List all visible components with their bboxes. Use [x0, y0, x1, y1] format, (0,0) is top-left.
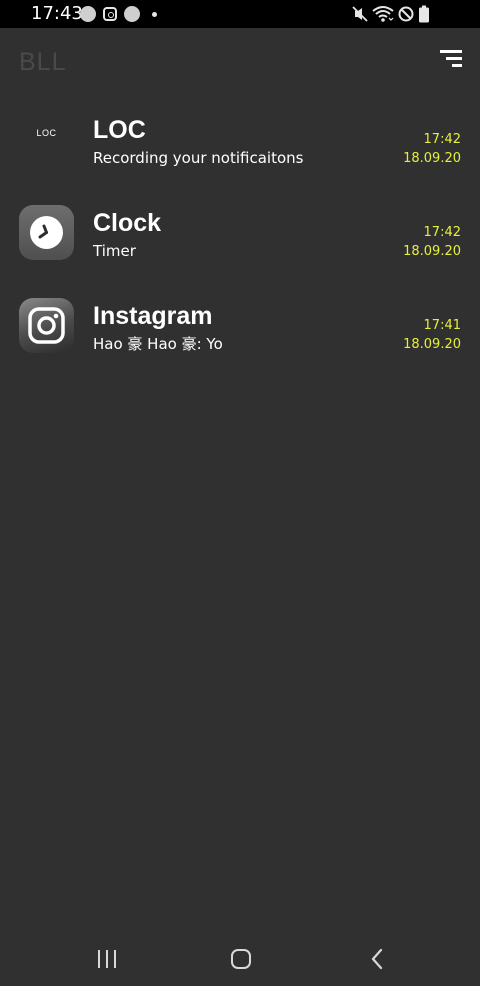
app-title: BLL [19, 48, 67, 76]
notification-title: Instagram [93, 302, 213, 330]
notification-subtitle: Hao 豪 Hao 豪: Yo [93, 335, 223, 353]
clock-icon [30, 216, 63, 249]
loc-text-icon: LOC [36, 128, 57, 138]
notification-item-instagram[interactable]: Instagram Hao 豪 Hao 豪: Yo 17:41 18.09.20 [0, 278, 480, 371]
notification-title: Clock [93, 209, 162, 237]
notification-dot-icon [80, 6, 96, 22]
notification-date: 18.09.20 [403, 151, 461, 166]
home-icon[interactable] [231, 949, 251, 969]
status-time: 17:43 [31, 3, 83, 24]
wifi-icon [372, 6, 394, 22]
back-icon[interactable] [370, 948, 384, 970]
small-dot-icon [152, 12, 157, 17]
instagram-app-icon [19, 298, 74, 353]
battery-icon [419, 5, 429, 23]
instagram-icon [28, 307, 65, 344]
notification-subtitle: Timer [93, 242, 136, 260]
notification-dot-icon [124, 6, 140, 22]
app-bar: BLL [0, 28, 480, 92]
notification-time: 17:41 [423, 318, 461, 333]
notification-item-loc[interactable]: LOC LOC Recording your notificaitons 17:… [0, 92, 480, 185]
mute-icon [352, 6, 368, 22]
navigation-bar [0, 930, 480, 986]
sort-button[interactable] [440, 50, 462, 68]
do-not-disturb-icon [398, 6, 414, 22]
notification-title: LOC [93, 116, 146, 144]
notification-time: 17:42 [423, 132, 461, 147]
status-bar: 17:43 [0, 0, 480, 28]
notification-date: 18.09.20 [403, 244, 461, 259]
status-system-icons [352, 5, 452, 23]
notification-subtitle: Recording your notificaitons [93, 149, 304, 167]
instagram-icon [103, 7, 117, 21]
clock-app-icon [19, 205, 74, 260]
notification-time: 17:42 [423, 225, 461, 240]
notification-item-clock[interactable]: Clock Timer 17:42 18.09.20 [0, 185, 480, 278]
notification-date: 18.09.20 [403, 337, 461, 352]
recent-apps-icon[interactable] [98, 950, 118, 968]
